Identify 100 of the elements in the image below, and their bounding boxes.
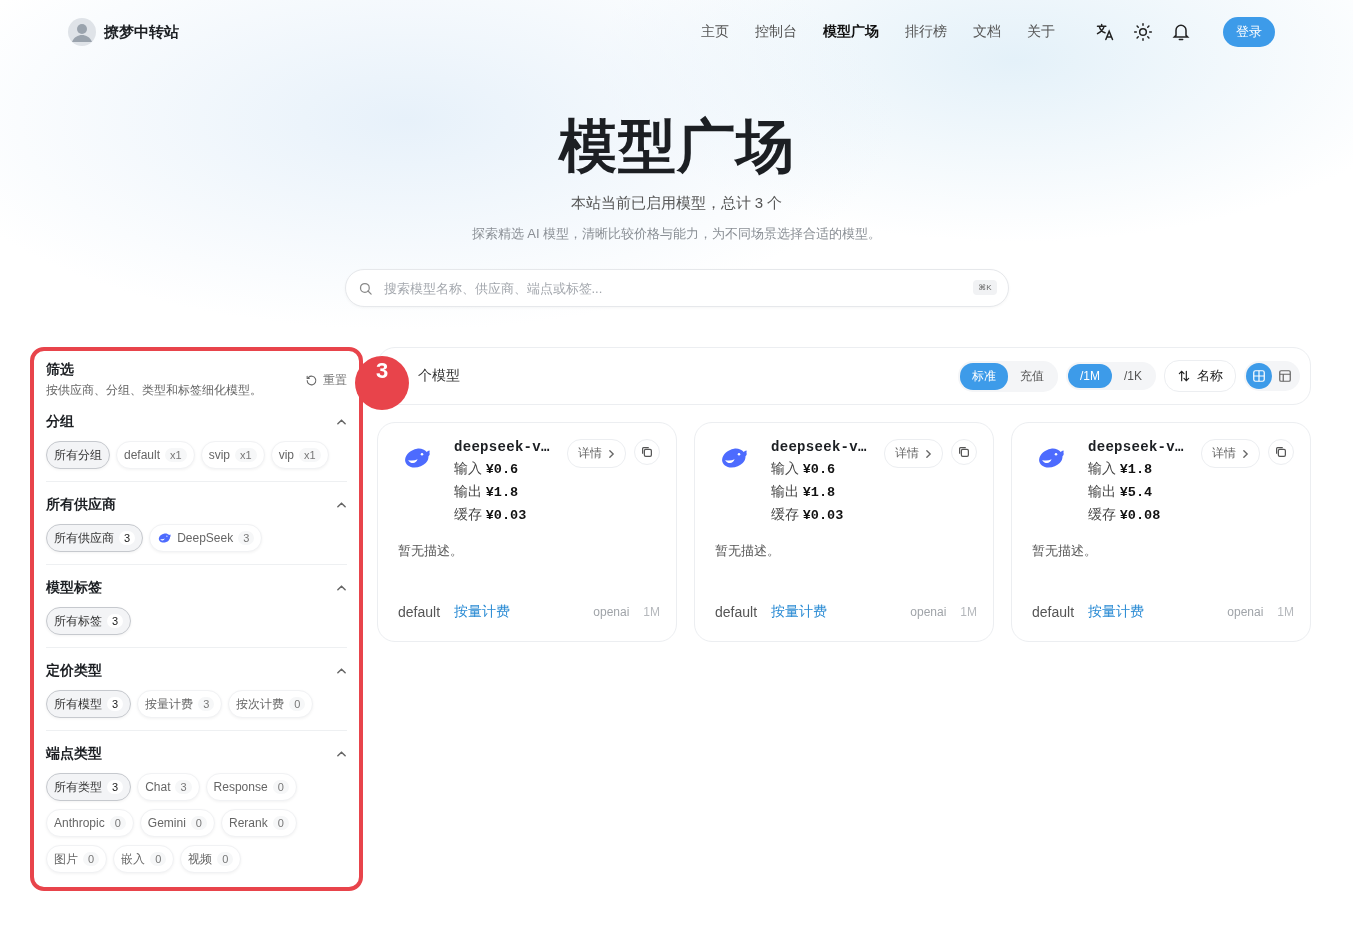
filter-chip[interactable]: 所有类型 3 bbox=[46, 773, 132, 801]
group-tag: default bbox=[715, 604, 758, 620]
count-badge: 3 bbox=[238, 531, 255, 545]
price-line: 输入 ¥1.8 bbox=[1088, 460, 1154, 478]
section-title: 分组 bbox=[46, 413, 74, 431]
translate-icon[interactable] bbox=[1095, 22, 1115, 42]
filter-chip[interactable]: 按次计费 0 bbox=[228, 690, 314, 718]
filter-title: 筛选 bbox=[46, 361, 75, 379]
group-tag: default bbox=[398, 604, 441, 620]
filter-chip[interactable]: 所有标签 3 bbox=[46, 607, 132, 635]
model-name: deepseek-v… bbox=[454, 439, 551, 455]
nav-link[interactable]: 控制台 bbox=[755, 23, 797, 41]
segment-button[interactable]: /1K bbox=[1112, 364, 1154, 388]
details-button[interactable]: 详情 bbox=[884, 439, 943, 468]
sun-icon[interactable] bbox=[1133, 22, 1153, 42]
filter-chip[interactable]: 嵌入 0 bbox=[113, 845, 175, 873]
price-line: 输出 ¥5.4 bbox=[1088, 483, 1154, 501]
details-button[interactable]: 详情 bbox=[1201, 439, 1260, 468]
model-name: deepseek-v… bbox=[1088, 439, 1185, 455]
unit-tag: 1M bbox=[960, 605, 977, 619]
endpoint-tag: openai bbox=[910, 605, 947, 619]
nav-link[interactable]: 主页 bbox=[701, 23, 729, 41]
filter-chip[interactable]: vip x1 bbox=[270, 441, 329, 469]
model-card[interactable]: deepseek-v… 输入 ¥0.6 输出 ¥1.8 缓存 ¥0.03 详情 暂无描述。 default 按量计费 openai 1M bbox=[694, 422, 994, 642]
filter-chip[interactable]: Rerank 0 bbox=[220, 809, 297, 837]
avatar-icon bbox=[68, 18, 96, 46]
chevron-right-icon bbox=[608, 448, 615, 459]
copy-icon bbox=[957, 445, 971, 459]
search-icon bbox=[357, 281, 373, 296]
count-badge: x1 bbox=[235, 448, 257, 462]
unit-tag: 1M bbox=[643, 605, 660, 619]
table-icon bbox=[1278, 369, 1292, 383]
chevron-up-icon[interactable] bbox=[336, 418, 347, 426]
filter-chip[interactable]: 图片 0 bbox=[46, 845, 108, 873]
filter-chip[interactable]: Response 0 bbox=[205, 773, 297, 801]
count-badge: 0 bbox=[272, 816, 289, 830]
count-badge: x1 bbox=[165, 448, 187, 462]
details-button[interactable]: 详情 bbox=[567, 439, 626, 468]
section-title: 所有供应商 bbox=[46, 496, 116, 514]
segment-button[interactable]: 充值 bbox=[1007, 362, 1056, 390]
whale-icon bbox=[157, 532, 173, 544]
price-line: 缓存 ¥0.03 bbox=[454, 506, 528, 524]
count-badge: 3 bbox=[107, 614, 124, 628]
billing-tag: 按量计费 bbox=[771, 603, 828, 621]
count-badge: 0 bbox=[289, 697, 306, 711]
grid-view-button[interactable] bbox=[1246, 363, 1272, 389]
filter-chip[interactable]: svip x1 bbox=[200, 441, 265, 469]
copy-icon bbox=[1274, 445, 1288, 459]
filter-chip[interactable]: Gemini 0 bbox=[139, 809, 215, 837]
filter-chip[interactable]: Chat 3 bbox=[137, 773, 200, 801]
filter-chip[interactable]: default x1 bbox=[116, 441, 195, 469]
billing-tag: 按量计费 bbox=[454, 603, 511, 621]
price-line: 输出 ¥1.8 bbox=[454, 483, 520, 501]
endpoint-tag: openai bbox=[593, 605, 630, 619]
chevron-right-icon bbox=[1242, 448, 1249, 459]
page-title: 模型广场 bbox=[558, 112, 795, 180]
site-name[interactable]: 撩梦中转站 bbox=[104, 22, 179, 42]
chevron-up-icon[interactable] bbox=[336, 501, 347, 509]
model-count: 个模型 bbox=[418, 367, 460, 385]
reset-icon bbox=[305, 373, 318, 387]
nav-link[interactable]: 模型广场 bbox=[823, 23, 879, 41]
count-badge: 0 bbox=[272, 780, 289, 794]
nav-link[interactable]: 文档 bbox=[973, 23, 1001, 41]
sort-button[interactable]: 名称 bbox=[1164, 360, 1236, 392]
filter-chip[interactable]: 所有模型 3 bbox=[46, 690, 132, 718]
nav-link[interactable]: 关于 bbox=[1027, 23, 1055, 41]
page-subtitle: 本站当前已启用模型，总计 3 个 bbox=[570, 194, 783, 213]
billing-tag: 按量计费 bbox=[1088, 603, 1145, 621]
count-badge: x1 bbox=[298, 448, 321, 462]
model-card[interactable]: deepseek-v… 输入 ¥1.8 输出 ¥5.4 缓存 ¥0.08 详情 暂无描述。 default 按量计费 openai 1M bbox=[1011, 422, 1311, 642]
group-tag: default bbox=[1032, 604, 1075, 620]
nav-link[interactable]: 排行榜 bbox=[905, 23, 947, 41]
copy-button[interactable] bbox=[634, 439, 660, 465]
count-badge: 3 bbox=[175, 780, 192, 794]
filter-chip[interactable]: 视频 0 bbox=[180, 845, 242, 873]
count-badge: 3 bbox=[198, 697, 215, 711]
model-card[interactable]: deepseek-v… 输入 ¥0.6 输出 ¥1.8 缓存 ¥0.03 详情 暂无描述。 default 按量计费 openai 1M bbox=[377, 422, 677, 642]
bell-icon[interactable] bbox=[1171, 22, 1191, 42]
count-badge: 3 bbox=[107, 780, 124, 794]
filter-chip[interactable]: 所有分组 bbox=[46, 441, 110, 469]
price-line: 输出 ¥1.8 bbox=[771, 483, 837, 501]
filter-description: 按供应商、分组、类型和标签细化模型。 bbox=[46, 382, 262, 399]
shortcut-hint: ⌘K bbox=[973, 280, 997, 295]
chevron-up-icon[interactable] bbox=[336, 750, 347, 758]
filter-chip[interactable]: 按量计费 3 bbox=[137, 690, 223, 718]
section-title: 模型标签 bbox=[46, 579, 102, 597]
filter-chip[interactable]: 所有供应商 3 bbox=[46, 524, 144, 552]
section-title: 端点类型 bbox=[46, 745, 102, 763]
count-badge: 3 bbox=[119, 531, 136, 545]
copy-button[interactable] bbox=[1268, 439, 1294, 465]
filter-chip[interactable]: DeepSeek 3 bbox=[149, 524, 263, 552]
copy-button[interactable] bbox=[951, 439, 977, 465]
reset-button[interactable]: 重置 bbox=[305, 371, 347, 389]
model-description: 暂无描述。 bbox=[1032, 542, 1098, 560]
chevron-up-icon[interactable] bbox=[336, 667, 347, 675]
price-line: 输入 ¥0.6 bbox=[454, 460, 520, 478]
chevron-up-icon[interactable] bbox=[336, 584, 347, 592]
price-line: 缓存 ¥0.08 bbox=[1088, 506, 1162, 524]
filter-chip[interactable]: Anthropic 0 bbox=[46, 809, 134, 837]
count-badge: 0 bbox=[217, 852, 234, 866]
